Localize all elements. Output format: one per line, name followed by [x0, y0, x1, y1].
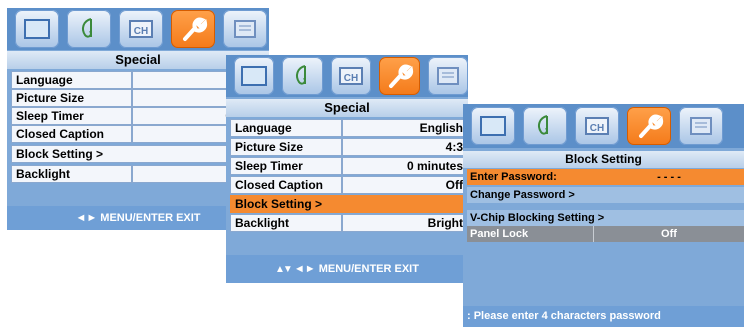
- channel-icon[interactable]: CH: [575, 107, 619, 145]
- lock-icon[interactable]: [427, 57, 468, 95]
- change-password-row[interactable]: Change Password >: [467, 187, 744, 203]
- menu-row-selected[interactable]: Block Setting >: [230, 195, 468, 213]
- row-label: Block Setting >: [230, 195, 468, 213]
- up-down-arrow-icon: ▲▼: [275, 264, 293, 275]
- audio-icon[interactable]: [282, 57, 323, 95]
- setup-wrench-icon[interactable]: [627, 107, 671, 145]
- footer-text: ◄► MENU/ENTER EXIT: [293, 263, 419, 275]
- special-menu-middle: CH Special Language English Picture Size 4…: [226, 55, 468, 283]
- menu-title: Special: [226, 99, 468, 117]
- menu-icon-bar: CH: [463, 104, 744, 148]
- menu-icon-bar: CH: [7, 8, 269, 50]
- menu-row[interactable]: Picture Size4:3: [230, 138, 468, 156]
- menu-row[interactable]: Language English: [230, 119, 468, 137]
- setup-wrench-icon[interactable]: [379, 57, 420, 95]
- row-label: Language: [230, 119, 342, 137]
- row-label: Language: [11, 71, 133, 89]
- lock-icon[interactable]: [223, 10, 267, 48]
- picture-icon[interactable]: [15, 10, 59, 48]
- picture-icon[interactable]: [471, 107, 515, 145]
- row-label: Sleep Timer: [11, 107, 133, 125]
- row-label: Enter Password:: [470, 171, 557, 183]
- audio-icon[interactable]: [67, 10, 111, 48]
- channel-icon[interactable]: CH: [119, 10, 163, 48]
- menu-row[interactable]: Backlight Bright: [230, 214, 468, 232]
- row-value: Off: [593, 226, 744, 242]
- menu-row[interactable]: Sleep Timer 0 minutes: [230, 157, 468, 175]
- row-label: Closed Caption: [230, 176, 342, 194]
- password-row[interactable]: Enter Password: - - - -: [467, 169, 744, 185]
- lock-icon[interactable]: [679, 107, 723, 145]
- svg-text:CH: CH: [590, 123, 604, 134]
- row-label: Picture Size: [11, 89, 133, 107]
- audio-icon[interactable]: [523, 107, 567, 145]
- row-label: Panel Lock: [470, 228, 529, 240]
- vchip-row[interactable]: V-Chip Blocking Setting >: [467, 210, 744, 226]
- svg-text:CH: CH: [134, 26, 148, 37]
- menu-icon-bar: CH: [226, 55, 468, 97]
- svg-text:CH: CH: [344, 73, 358, 84]
- block-setting-menu: CH Block Setting Enter Password: - - - - …: [463, 104, 744, 327]
- row-value: English: [341, 119, 468, 137]
- row-label: V-Chip Blocking Setting >: [470, 212, 605, 224]
- row-value: Bright: [341, 214, 468, 232]
- panel-lock-row[interactable]: Panel Lock Off: [467, 226, 744, 242]
- channel-icon[interactable]: CH: [330, 57, 372, 95]
- row-label: Picture Size: [230, 138, 342, 156]
- row-label: Closed Caption: [11, 125, 133, 143]
- menu-row[interactable]: Closed CaptionOff: [230, 176, 468, 194]
- menu-footer: : Please enter 4 characters password: [463, 306, 744, 327]
- menu-title: Block Setting: [463, 151, 744, 168]
- row-value: 0 minutes: [341, 157, 468, 175]
- row-label: Backlight: [230, 214, 342, 232]
- row-value: 4:3: [341, 138, 468, 156]
- setup-wrench-icon[interactable]: [171, 10, 215, 48]
- picture-icon[interactable]: [234, 57, 275, 95]
- row-value: Off: [341, 176, 468, 194]
- row-label: Sleep Timer: [230, 157, 342, 175]
- password-field[interactable]: - - - -: [594, 169, 744, 185]
- row-label: Backlight: [11, 165, 133, 183]
- row-label: Change Password >: [470, 189, 575, 201]
- menu-footer: ▲▼ ◄► MENU/ENTER EXIT: [226, 255, 468, 283]
